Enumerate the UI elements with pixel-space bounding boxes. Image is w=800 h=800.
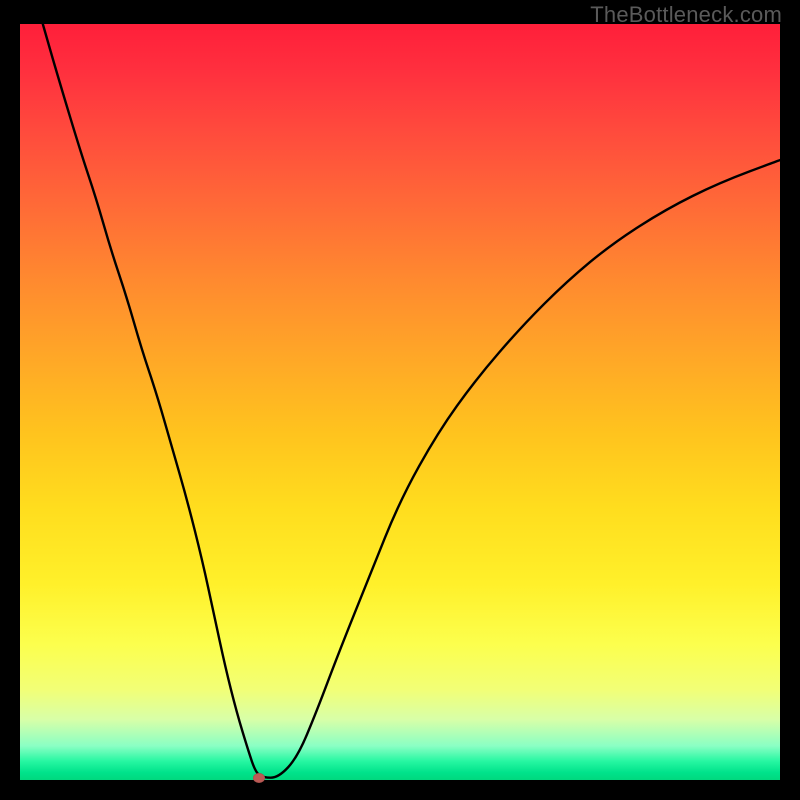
watermark-text: TheBottleneck.com — [590, 2, 782, 28]
bottleneck-curve-svg — [20, 24, 780, 780]
minimum-marker — [253, 773, 265, 783]
chart-frame — [20, 24, 780, 780]
bottleneck-curve-path — [43, 24, 780, 778]
